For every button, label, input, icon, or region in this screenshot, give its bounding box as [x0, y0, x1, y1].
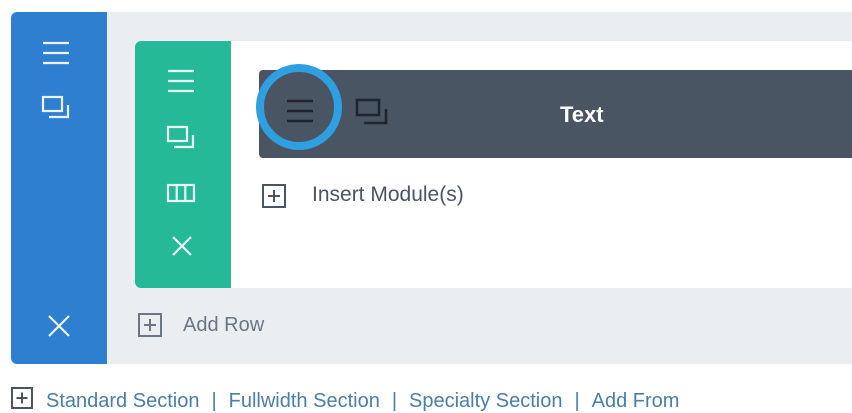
hamburger-icon[interactable]: [166, 68, 196, 94]
standard-section-link[interactable]: Standard Section: [46, 390, 199, 412]
hamburger-icon[interactable]: [41, 40, 71, 66]
highlight-ring: [256, 64, 342, 150]
plus-box-icon[interactable]: [10, 386, 34, 410]
duplicate-icon[interactable]: [355, 98, 389, 126]
separator: |: [211, 390, 217, 412]
insert-module-link[interactable]: Insert Module(s): [312, 181, 464, 209]
text-module[interactable]: [259, 70, 852, 158]
add-from-library-link[interactable]: Add From: [592, 390, 680, 412]
close-icon[interactable]: [47, 314, 71, 338]
plus-box-icon[interactable]: [261, 183, 287, 209]
close-icon[interactable]: [171, 235, 193, 257]
builder-canvas: Text Insert Module(s) Add Row Standard S…: [0, 0, 852, 413]
duplicate-icon[interactable]: [166, 125, 196, 151]
separator: |: [574, 390, 580, 412]
separator: |: [391, 390, 398, 412]
columns-icon[interactable]: [166, 182, 196, 204]
module-title: Text: [560, 102, 604, 127]
fullwidth-section-link[interactable]: Fullwidth Section: [229, 390, 380, 412]
add-section-bar: Standard Section | Fullwidth Section | Speci…: [10, 386, 679, 412]
add-row-link[interactable]: Add Row: [183, 311, 264, 339]
duplicate-icon[interactable]: [41, 95, 71, 121]
plus-box-icon[interactable]: [137, 312, 163, 338]
specialty-section-link[interactable]: Specialty Section: [409, 390, 562, 412]
